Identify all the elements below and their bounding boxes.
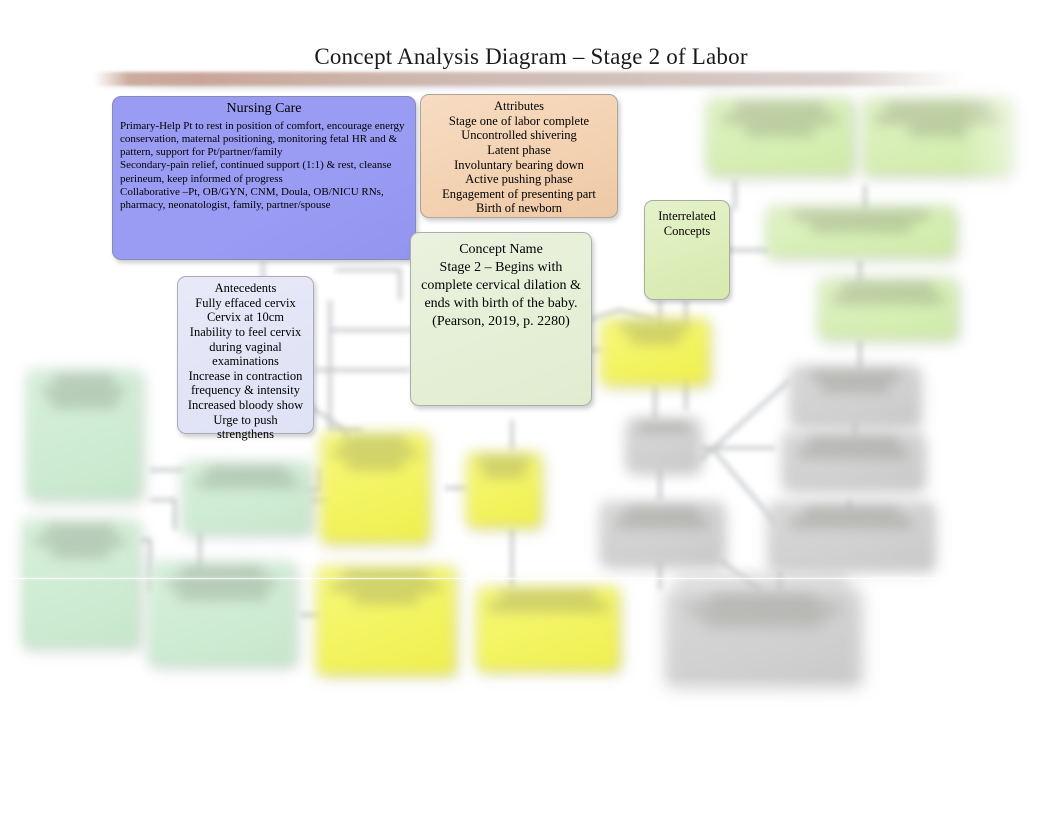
antecedents-line-4: during vaginal bbox=[209, 339, 282, 354]
interrelated-concepts-line1: Interrelated bbox=[658, 209, 716, 223]
concept-name-line-2: complete cervical dilation & bbox=[421, 277, 581, 293]
antecedents-line-9: Urge to push strengthens bbox=[213, 412, 278, 442]
page-seam-line bbox=[0, 578, 1062, 579]
antecedents-line-1: Fully effaced cervix bbox=[195, 295, 296, 310]
obscured-node-n4 bbox=[818, 278, 958, 340]
header-banner-bar bbox=[94, 72, 966, 86]
antecedents-line-3: Inability to feel cervix bbox=[189, 324, 302, 339]
nursing-care-line-3: Collaborative –Pt, OB/GYN, CNM, Doula, O… bbox=[120, 185, 384, 211]
obscured-node-n20 bbox=[676, 572, 846, 588]
attributes-line-7: Birth of newborn bbox=[475, 201, 563, 216]
interrelated-concepts-line2: Concepts bbox=[663, 224, 711, 239]
obscured-node-n17 bbox=[626, 418, 700, 472]
attributes-line-5: Active pushing phase bbox=[465, 172, 573, 187]
nursing-care-heading: Nursing Care bbox=[226, 101, 302, 116]
node-attributes: Attributes Stage one of labor complete U… bbox=[420, 94, 618, 218]
obscured-node-n1 bbox=[706, 98, 854, 176]
concept-name-line-3: ends with birth of the baby. bbox=[424, 295, 578, 311]
antecedents-line-2: Cervix at 10cm bbox=[206, 310, 285, 325]
obscured-node-n6 bbox=[20, 520, 140, 648]
obscured-node-n7 bbox=[182, 462, 312, 534]
attributes-line-1: Stage one of labor complete bbox=[448, 113, 590, 128]
nursing-care-line-2: Secondary-pain relief, continued support… bbox=[120, 159, 392, 185]
nursing-care-line-1: Primary-Help Pt to rest in position of c… bbox=[120, 119, 405, 159]
attributes-heading: Attributes bbox=[494, 99, 544, 113]
antecedents-line-6: Increase in contraction bbox=[188, 368, 303, 383]
obscured-node-n14 bbox=[790, 366, 920, 426]
diagram-canvas: Concept Analysis Diagram – Stage 2 of La… bbox=[0, 0, 1062, 822]
page-title: Concept Analysis Diagram – Stage 2 of La… bbox=[314, 44, 748, 69]
bottom-edge-fade bbox=[0, 676, 1062, 736]
obscured-node-n10 bbox=[320, 432, 430, 544]
obscured-node-n19 bbox=[666, 588, 860, 688]
obscured-node-n12 bbox=[316, 566, 456, 676]
obscured-node-n18 bbox=[600, 502, 724, 566]
attributes-line-4: Involuntary bearing down bbox=[454, 157, 584, 172]
antecedents-heading: Antecedents bbox=[214, 281, 277, 295]
obscured-node-n16 bbox=[768, 502, 934, 570]
obscured-node-n11 bbox=[466, 452, 542, 528]
attributes-line-2: Uncontrolled shivering bbox=[461, 128, 577, 143]
node-antecedents: Antecedents Fully effaced cervix Cervix … bbox=[177, 276, 314, 441]
concept-name-heading: Concept Name bbox=[459, 242, 543, 257]
obscured-node-n5 bbox=[26, 370, 142, 500]
concept-name-line-4: (Pearson, 2019, p. 2280) bbox=[432, 313, 570, 329]
node-interrelated-concepts: Interrelated Concepts bbox=[644, 200, 730, 300]
right-edge-fade bbox=[960, 86, 1062, 706]
antecedents-line-7: frequency & intensity bbox=[191, 383, 300, 398]
attributes-line-6: Engagement of presenting part bbox=[442, 186, 596, 201]
concept-name-line-1: Stage 2 – Begins with bbox=[439, 259, 563, 275]
obscured-node-n15 bbox=[782, 432, 924, 490]
antecedents-line-8: Increased bloody show bbox=[187, 398, 304, 412]
antecedents-line-5: examinations bbox=[212, 354, 279, 369]
attributes-line-3: Latent phase bbox=[487, 142, 551, 157]
node-concept-name: Concept Name Stage 2 – Begins with compl… bbox=[410, 232, 592, 406]
obscured-node-n3 bbox=[766, 206, 956, 258]
obscured-node-n9 bbox=[600, 318, 710, 386]
obscured-node-n13 bbox=[476, 586, 620, 672]
left-edge-fade bbox=[0, 86, 26, 706]
node-nursing-care: Nursing Care Primary-Help Pt to rest in … bbox=[112, 96, 416, 260]
